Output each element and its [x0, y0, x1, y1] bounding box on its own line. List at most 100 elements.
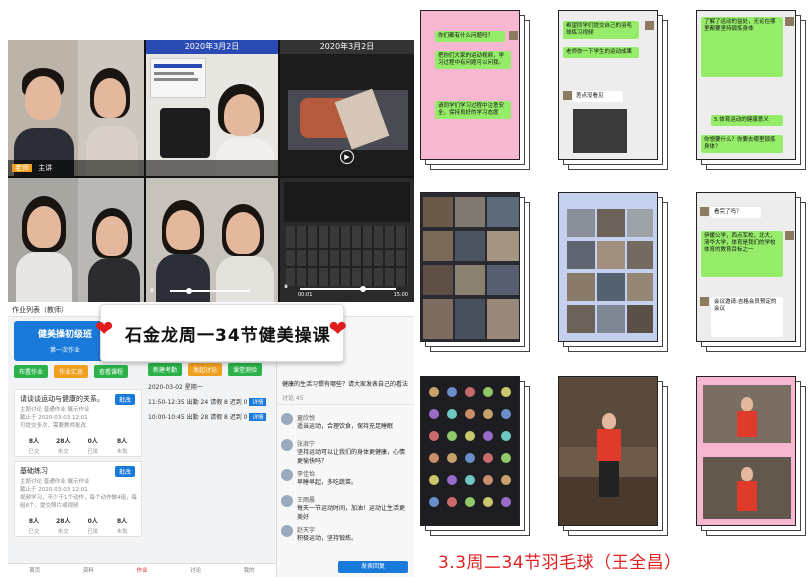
tab-course[interactable]: 查看课程 — [94, 365, 129, 378]
screenshot-stack-5 — [558, 192, 670, 357]
chat-bubble: 伊媛公学，西点军校，北大，清华大学，体育是我们的学校体育的教育目标之一 — [701, 231, 783, 277]
attendance-tabs: 新建考勤 发起讨论 课堂测验 — [148, 363, 276, 376]
participant-avatar — [483, 409, 493, 419]
reply-button[interactable]: 发表回复 — [338, 561, 408, 573]
stat-pending: 28人 未交 — [56, 438, 71, 455]
bottom-tab-materials[interactable]: 资料 — [83, 564, 94, 577]
video-frame[interactable] — [696, 376, 796, 526]
participant-avatar — [501, 409, 511, 419]
participant-avatar — [483, 431, 493, 441]
bottom-tab-homework[interactable]: 作业 — [136, 564, 147, 577]
participant-avatar — [465, 475, 475, 485]
participant-avatar — [465, 497, 475, 507]
video-tile-4[interactable] — [8, 178, 144, 302]
chat-bubble: 会议邀请:吉格会员预定的会议 — [711, 297, 783, 337]
video-progress-bar[interactable] — [300, 288, 396, 290]
screenshot-stack-3: 了解了运动的益处，无论在哪里都要坚持锻炼身体 5.体育运动的健康意义 你想要什么… — [696, 10, 808, 175]
grade-button[interactable]: 批改 — [114, 394, 135, 405]
course-banner-title: 石金龙周一34节健美操课 — [125, 326, 331, 346]
homework-card-note: 可提交多次，需要教师批改 — [20, 423, 87, 429]
avatar — [700, 207, 709, 216]
screenshot-stack-2: 希望同学们提交自己的羽毛球练习视频 老师你一下学生的运动成果 差点没看见 — [558, 10, 670, 175]
homework-card-2[interactable]: 基础练习 批改 主题讨论 普通作业 展示作业 截止于 2020-03-03 12… — [14, 461, 142, 537]
grade-button[interactable]: 批改 — [114, 466, 135, 477]
video-tile-6[interactable]: ⏸ 00:01 15:00 — [280, 178, 414, 302]
homework-card-title: 请谈谈运动与健康的关系。 — [20, 395, 104, 403]
left-collage: 老师 主讲 2020年3月2日 2020年3月2日 ▶ ⏸ ⏸ 00:01 15… — [0, 0, 420, 577]
stat-ungraded: 8人 未批 — [116, 438, 128, 455]
chat-screenshot[interactable]: 看完了吗？ 伊媛公学，西点军校，北大，清华大学，体育是我们的学校体育的教育目标之… — [696, 192, 796, 342]
bottom-tab-home[interactable]: 首页 — [29, 564, 40, 577]
video-tile-3[interactable]: 2020年3月2日 ▶ — [280, 40, 414, 176]
homework-stats: 8人 已交 28人 未交 0人 已批 8人 未批 — [20, 516, 136, 535]
stat-graded: 0人 已批 — [87, 518, 99, 535]
tab-summary[interactable]: 作业汇总 — [54, 365, 89, 378]
attendance-row[interactable]: 11:50-12:35 出勤 24 请假 8 迟到 0 详情 — [148, 397, 276, 406]
tab-assign[interactable]: 布置作业 — [14, 365, 49, 378]
chat-screenshot[interactable]: 希望同学们提交自己的羽毛球练习视频 老师你一下学生的运动成果 差点没看见 — [558, 10, 658, 160]
attendance-row[interactable]: 10:00-10:45 出勤 28 请假 8 迟到 0 详情 — [148, 412, 276, 421]
tab-new-attendance[interactable]: 新建考勤 — [148, 363, 183, 376]
participant-avatar — [465, 431, 475, 441]
avatar — [281, 439, 293, 451]
participant-avatar — [501, 453, 511, 463]
homework-card-meta: 主题讨论 普通作业 展示作业 — [20, 479, 90, 485]
video-progress-bar[interactable] — [170, 290, 250, 292]
photo-collage[interactable] — [558, 192, 658, 342]
video-progress-handle[interactable] — [186, 288, 192, 294]
chat-image[interactable] — [573, 109, 627, 153]
screenshot-stack-6: 看完了吗？ 伊媛公学，西点军校，北大，清华大学，体育是我们的学校体育的教育目标之… — [696, 192, 808, 357]
chat-bubble: 老师你一下学生的运动成果 — [563, 47, 639, 58]
bottom-tab-bar: 首页 资料 作业 讨论 我的 — [8, 563, 276, 577]
video-user-label: 老师 — [12, 164, 32, 172]
screenshot-stack-8 — [558, 376, 670, 541]
participant-avatar — [429, 409, 439, 419]
video-tile-5[interactable]: ▶ ⏸ — [146, 178, 278, 302]
bottom-tab-me[interactable]: 我的 — [244, 564, 255, 577]
right-collage: 你们都有什么问题吗？ 把你们大家的运动视频，学习过程中有问题可以问我。 请同学们… — [420, 0, 809, 577]
course-title: 健美操初级班 — [38, 330, 93, 340]
chat-bubble: 希望同学们提交自己的羽毛球练习视频 — [563, 21, 639, 39]
title-ribbon: ❤ 石金龙周一34节健美操课 ❤ — [95, 304, 347, 362]
avatar — [700, 297, 709, 306]
video-tile-1[interactable]: 老师 主讲 — [8, 40, 144, 176]
participant-avatar — [483, 387, 493, 397]
avatar — [281, 413, 293, 425]
screenshot-stack-4 — [420, 192, 532, 357]
homework-card-meta: 主题讨论 普通作业 展示作业 — [20, 407, 90, 413]
tab-quiz[interactable]: 课堂测验 — [228, 363, 263, 376]
participant-avatar — [501, 497, 511, 507]
discussion-question: 健康的生活习惯有哪些？请大家发表自己的看法 — [282, 381, 409, 388]
pause-icon[interactable]: ⏸ — [284, 282, 288, 292]
video-frame[interactable] — [558, 376, 658, 526]
video-progress-handle[interactable] — [360, 286, 366, 292]
avatar — [281, 525, 293, 537]
pause-icon[interactable]: ⏸ — [150, 286, 154, 296]
homework-card-1[interactable]: 请谈谈运动与健康的关系。 批改 主题讨论 普通作业 展示作业 截止于 2020-… — [14, 389, 142, 457]
chat-bubble: 了解了运动的益处，无论在哪里都要坚持锻炼身体 — [701, 17, 783, 77]
video-tile-2[interactable]: 2020年3月2日 — [146, 40, 278, 176]
avatar — [785, 231, 794, 240]
video-time-left: 00:01 — [298, 292, 313, 298]
homework-card-deadline: 截止于 2020-03-03 12:01 — [20, 415, 88, 421]
participant-avatar — [483, 453, 493, 463]
play-icon[interactable]: ▶ — [340, 150, 354, 164]
meeting-participants[interactable] — [420, 376, 520, 526]
photo-collage[interactable] — [420, 192, 520, 342]
participant-avatar — [483, 475, 493, 485]
stat-graded: 0人 已批 — [87, 438, 99, 455]
attendance-panel: 新建考勤 发起讨论 课堂测验 2020-03-02 星期一 11:50-12:3… — [148, 363, 276, 427]
attendance-date: 2020-03-02 星期一 — [148, 384, 203, 391]
participant-avatar — [429, 497, 439, 507]
bottom-tab-discussion[interactable]: 讨论 — [190, 564, 201, 577]
heart-icon: ❤ — [95, 317, 114, 342]
chat-bubble: 你想要什么？你要去哪里锻炼身体？ — [701, 135, 783, 153]
video-time-right: 15:00 — [393, 292, 408, 298]
participant-avatar — [447, 497, 457, 507]
chat-screenshot[interactable]: 你们都有什么问题吗？ 把你们大家的运动视频，学习过程中有问题可以问我。 请同学们… — [420, 10, 520, 160]
homework-card-note: 视频学习，不少于1个动作，每个动作做4组，每组8个，提交照片或视频 — [20, 495, 138, 509]
tab-discussion[interactable]: 发起讨论 — [188, 363, 223, 376]
chat-screenshot[interactable]: 了解了运动的益处，无论在哪里都要坚持锻炼身体 5.体育运动的健康意义 你想要什么… — [696, 10, 796, 160]
video-tile-3-header: 2020年3月2日 — [280, 40, 414, 54]
participant-avatar — [429, 453, 439, 463]
